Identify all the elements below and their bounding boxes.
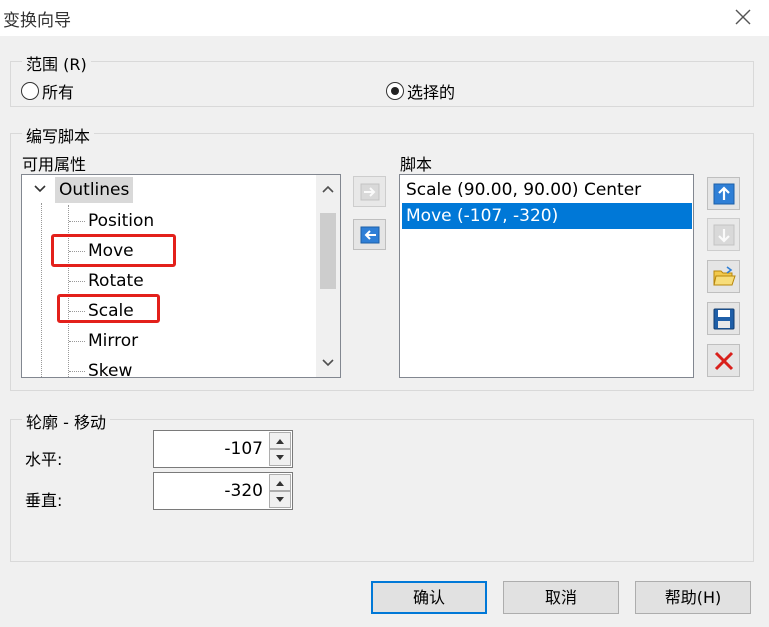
cancel-button[interactable]: 取消 (503, 581, 619, 614)
close-icon (735, 9, 751, 25)
title-bar: 变换向导 (0, 0, 769, 36)
open-script-button[interactable] (707, 260, 740, 293)
help-button[interactable]: 帮助(H) (635, 581, 751, 614)
script-list[interactable]: Scale (90.00, 90.00) Center Move (-107, … (399, 174, 694, 378)
arrow-down-icon (713, 224, 734, 245)
remove-from-script-button[interactable] (353, 219, 386, 250)
range-group-label: 范围 (R) (22, 51, 91, 75)
range-all-label: 所有 (42, 83, 75, 102)
vertical-spinbox[interactable]: -320 (153, 472, 293, 510)
tree-guide-line (41, 203, 42, 377)
move-down-button[interactable] (707, 218, 740, 251)
tree-item-label: Position (88, 211, 155, 231)
outline-move-group (10, 419, 754, 562)
range-selected-label: 选择的 (407, 83, 456, 102)
range-all-radio[interactable]: 所有 (21, 79, 74, 103)
horizontal-spinbox[interactable]: -107 (153, 430, 293, 468)
script-label: 脚本 (400, 155, 433, 174)
vertical-value[interactable]: -320 (224, 473, 263, 509)
window-title: 变换向导 (3, 11, 71, 31)
vertical-label: 垂直: (25, 491, 63, 510)
add-to-script-button[interactable] (353, 176, 386, 207)
move-up-button[interactable] (707, 177, 740, 210)
spin-down-icon[interactable] (269, 491, 291, 508)
spin-down-icon[interactable] (269, 449, 291, 466)
tree-branch-line (69, 221, 85, 222)
spin-up-icon[interactable] (269, 432, 291, 449)
arrow-left-icon (360, 226, 379, 243)
scroll-thumb[interactable] (320, 213, 336, 289)
tree-branch-line (69, 281, 85, 282)
tree-item-label: Rotate (88, 271, 144, 291)
range-selected-radio[interactable]: 选择的 (386, 79, 455, 103)
available-properties-label: 可用属性 (22, 155, 87, 174)
tree-scrollbar[interactable] (316, 175, 340, 377)
tree-item-position[interactable]: Position (88, 207, 154, 235)
tree-item-rotate[interactable]: Rotate (88, 267, 144, 295)
script-editor-group-label: 编写脚本 (22, 123, 95, 147)
scroll-down-icon[interactable] (316, 353, 340, 373)
tree-item-label: Outlines (59, 180, 130, 200)
available-properties-tree[interactable]: Outlines Position Move Rotate Scale Mirr… (21, 174, 341, 378)
tree-item-skew[interactable]: Skew (88, 357, 133, 378)
radio-unchecked-icon (21, 82, 39, 100)
tree-item-outlines[interactable]: Outlines (55, 177, 134, 203)
tree-item-label: Skew (88, 361, 133, 378)
ok-button[interactable]: 确认 (371, 581, 487, 614)
tree-item-mirror[interactable]: Mirror (88, 327, 138, 355)
arrow-up-icon (713, 183, 734, 204)
close-button[interactable] (726, 2, 760, 32)
horizontal-value[interactable]: -107 (224, 431, 263, 467)
arrow-right-icon (360, 183, 379, 200)
script-item-move[interactable]: Move (-107, -320) (402, 203, 692, 229)
scroll-up-icon[interactable] (316, 179, 340, 199)
outline-move-group-label: 轮廓 - 移动 (22, 409, 110, 433)
script-item-label: Scale (90.00, 90.00) Center (406, 180, 642, 200)
chevron-down-icon[interactable] (33, 184, 47, 194)
delete-script-button[interactable] (707, 344, 740, 377)
delete-x-icon (714, 351, 733, 370)
tree-branch-line (69, 341, 85, 342)
script-item-label: Move (-107, -320) (406, 206, 559, 226)
tree-branch-line (69, 371, 85, 372)
script-item-scale[interactable]: Scale (90.00, 90.00) Center (402, 177, 692, 203)
save-script-button[interactable] (707, 302, 740, 335)
range-group (10, 61, 754, 107)
save-icon (713, 308, 734, 329)
tree-item-label: Mirror (88, 331, 139, 351)
tree-guide-line (68, 205, 69, 377)
radio-checked-icon (386, 82, 404, 100)
move-highlight-box (51, 234, 176, 267)
spin-up-icon[interactable] (269, 474, 291, 491)
horizontal-label: 水平: (25, 450, 63, 469)
folder-open-icon (712, 265, 736, 285)
scale-highlight-box (57, 294, 160, 323)
vertical-spin-buttons (269, 474, 291, 508)
horizontal-spin-buttons (269, 432, 291, 466)
